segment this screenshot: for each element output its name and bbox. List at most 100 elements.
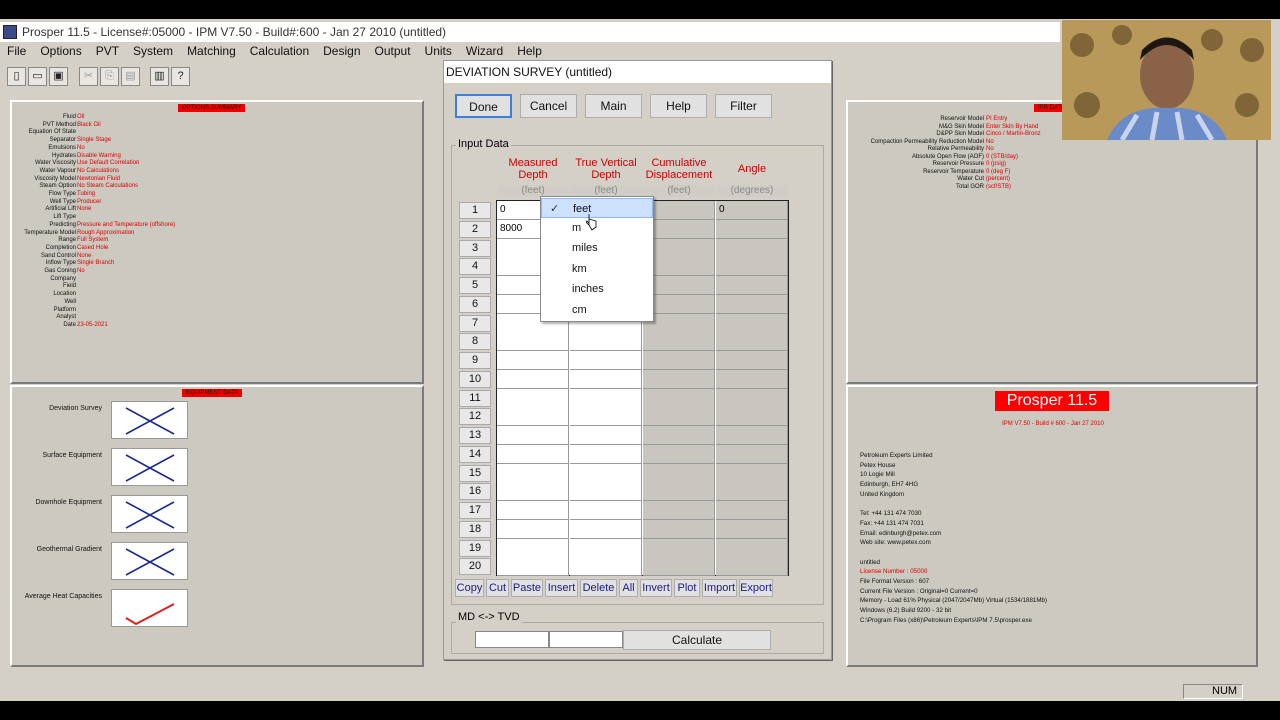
row-number[interactable]: 14 <box>459 445 491 463</box>
row-number[interactable]: 2 <box>459 220 491 238</box>
grid-cell[interactable] <box>497 463 569 483</box>
grid-cell[interactable] <box>570 519 642 539</box>
about-panel: Prosper 11.5 IPM V7.50 - Build # 600 - J… <box>846 385 1258 667</box>
help-icon[interactable]: ? <box>171 67 190 86</box>
done-button[interactable]: Done <box>455 94 512 118</box>
filter-button[interactable]: Filter <box>715 94 772 118</box>
equipment-cross-icon[interactable] <box>111 495 188 533</box>
grid-cell[interactable] <box>570 501 642 520</box>
cut-icon[interactable]: ✂ <box>79 67 98 86</box>
row-number[interactable]: 15 <box>459 464 491 482</box>
grid-cell[interactable] <box>497 407 569 427</box>
grid-cell[interactable] <box>497 482 569 502</box>
menu-pvt[interactable]: PVT <box>89 43 126 58</box>
tvd-input[interactable] <box>549 631 623 648</box>
menu-system[interactable]: System <box>126 43 180 58</box>
grid-cell[interactable] <box>497 369 569 389</box>
grid-cell[interactable] <box>497 538 569 558</box>
import-button[interactable]: Import <box>702 579 737 597</box>
grid-cell[interactable] <box>570 482 642 502</box>
all-button[interactable]: All <box>619 579 638 597</box>
option-value: Producer <box>77 198 102 205</box>
copy-button[interactable]: Copy <box>455 579 484 597</box>
invert-button[interactable]: Invert <box>640 579 672 597</box>
open-folder-icon[interactable]: ▭ <box>28 67 47 86</box>
grid-cell[interactable] <box>497 444 569 464</box>
row-number[interactable]: 1 <box>459 202 491 219</box>
save-icon[interactable]: ▣ <box>49 67 68 86</box>
equipment-data-panel: EQUIPMENT DATA Deviation Survey Surface E… <box>10 385 424 667</box>
calculate-button[interactable]: Calculate <box>623 630 771 650</box>
grid-cell[interactable] <box>570 388 642 408</box>
menu-file[interactable]: File <box>0 43 33 58</box>
grid-cell[interactable] <box>497 388 569 408</box>
row-number[interactable]: 19 <box>459 539 491 557</box>
grid-cell[interactable] <box>570 538 642 558</box>
menu-options[interactable]: Options <box>33 43 88 58</box>
grid-cell[interactable] <box>570 426 642 445</box>
equipment-cross-icon[interactable] <box>111 448 188 486</box>
grid-cell[interactable] <box>570 557 642 577</box>
unit-option-inches[interactable]: inches <box>541 279 653 299</box>
about-line: Web site: www.petex.com <box>860 539 931 547</box>
equipment-cross-icon[interactable] <box>111 542 188 580</box>
menu-output[interactable]: Output <box>368 43 418 58</box>
new-file-icon[interactable]: ▯ <box>7 67 26 86</box>
menu-calculation[interactable]: Calculation <box>243 43 316 58</box>
grid-cell[interactable] <box>497 351 569 370</box>
row-number[interactable]: 13 <box>459 427 491 444</box>
row-number[interactable]: 16 <box>459 483 491 501</box>
menu-wizard[interactable]: Wizard <box>459 43 510 58</box>
row-number[interactable]: 9 <box>459 352 491 369</box>
row-number[interactable]: 7 <box>459 314 491 332</box>
row-number[interactable]: 11 <box>459 389 491 407</box>
grid-cell[interactable] <box>570 463 642 483</box>
md-input[interactable] <box>475 631 549 648</box>
main-button[interactable]: Main <box>585 94 642 118</box>
row-number[interactable]: 12 <box>459 408 491 426</box>
equipment-check-icon[interactable] <box>111 589 188 627</box>
menu-design[interactable]: Design <box>316 43 367 58</box>
grid-cell[interactable] <box>497 519 569 539</box>
paste-button[interactable]: Paste <box>511 579 543 597</box>
menu-matching[interactable]: Matching <box>180 43 243 58</box>
grid-cell[interactable] <box>570 407 642 427</box>
menu-help[interactable]: Help <box>510 43 549 58</box>
grid-cell[interactable] <box>570 332 642 352</box>
grid-cell[interactable] <box>570 369 642 389</box>
row-number[interactable]: 3 <box>459 239 491 257</box>
equipment-label: Surface Equipment <box>42 452 102 459</box>
row-number[interactable]: 5 <box>459 277 491 294</box>
equipment-cross-icon[interactable] <box>111 401 188 439</box>
row-number[interactable]: 20 <box>459 558 491 576</box>
row-number[interactable]: 17 <box>459 502 491 519</box>
help-button[interactable]: Help <box>650 94 707 118</box>
cancel-button[interactable]: Cancel <box>520 94 577 118</box>
unit-option-km[interactable]: km <box>541 259 653 279</box>
unit-option-cm[interactable]: cm <box>541 300 653 320</box>
grid-cell[interactable] <box>497 332 569 352</box>
unit-option-miles[interactable]: miles <box>541 238 653 258</box>
row-number[interactable]: 6 <box>459 295 491 313</box>
copy-icon[interactable]: ⎘ <box>100 67 119 86</box>
row-number[interactable]: 10 <box>459 370 491 388</box>
grid-cell[interactable] <box>497 426 569 445</box>
grid-cell[interactable] <box>570 444 642 464</box>
row-number[interactable]: 4 <box>459 258 491 276</box>
cut-button[interactable]: Cut <box>486 579 509 597</box>
grid-cell[interactable] <box>570 351 642 370</box>
option-key: Temperature Model <box>24 229 76 236</box>
insert-button[interactable]: Insert <box>545 579 578 597</box>
print-icon[interactable]: ▥ <box>150 67 169 86</box>
about-line: Edinburgh, EH7 4HG <box>860 481 919 489</box>
row-number[interactable]: 8 <box>459 333 491 351</box>
delete-button[interactable]: Delete <box>580 579 617 597</box>
paste-icon[interactable]: ▤ <box>121 67 140 86</box>
grid-cell[interactable] <box>497 501 569 520</box>
grid-cell[interactable] <box>497 557 569 577</box>
plot-button[interactable]: Plot <box>674 579 700 597</box>
menu-units[interactable]: Units <box>418 43 459 58</box>
grid-cell <box>716 351 788 370</box>
row-number[interactable]: 18 <box>459 520 491 538</box>
export-button[interactable]: Export <box>739 579 773 597</box>
